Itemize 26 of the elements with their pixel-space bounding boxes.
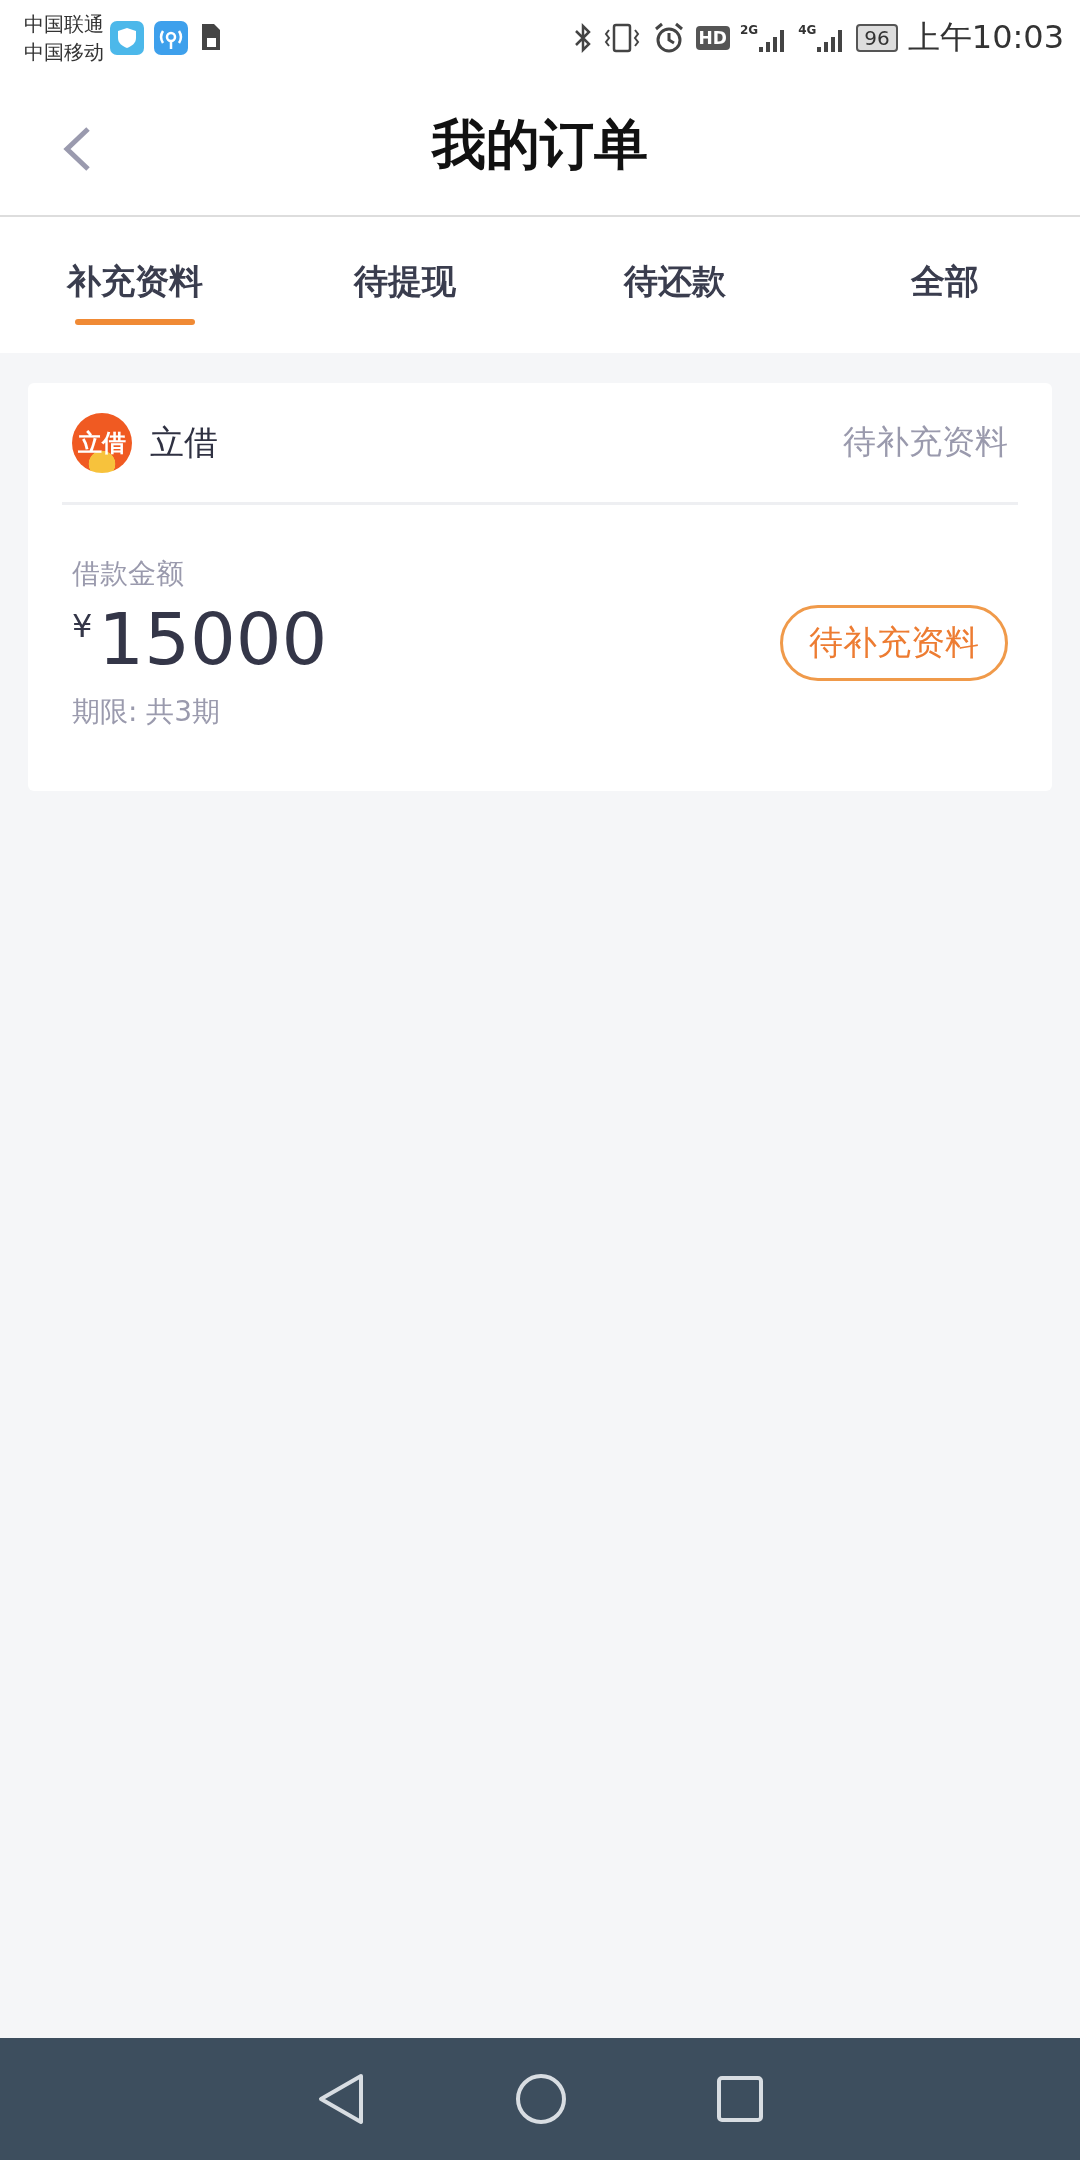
- carrier-name: 中国移动: [24, 39, 104, 66]
- shield-icon: [110, 21, 144, 55]
- back-icon[interactable]: [62, 126, 92, 172]
- order-status: 待补充资料: [843, 421, 1008, 463]
- lender-logo: 立借: [72, 412, 132, 473]
- tab[interactable]: 全部: [885, 217, 1005, 353]
- amount-label: 借款金额: [72, 556, 185, 592]
- tab[interactable]: 补充资料: [67, 217, 203, 353]
- lender-name: 立借: [150, 420, 219, 464]
- currency-symbol: ¥: [72, 607, 93, 645]
- wifi-key-icon: [154, 21, 188, 55]
- tab[interactable]: 待提现: [345, 217, 465, 353]
- page-title: 我的订单: [432, 112, 648, 178]
- network-label: 2G: [739, 23, 759, 37]
- network-label: 4G: [798, 23, 817, 37]
- carrier-name: 中国联通: [24, 11, 104, 38]
- clock-time: 上午10:03: [907, 17, 1064, 58]
- loan-amount: 15000: [98, 597, 328, 681]
- battery-indicator: 96: [856, 24, 898, 52]
- home-nav-icon[interactable]: [515, 2073, 567, 2125]
- hd-indicator: HD: [695, 26, 730, 50]
- bluetooth-icon: [573, 22, 592, 54]
- tab[interactable]: 待还款: [615, 217, 735, 353]
- back-nav-icon[interactable]: [317, 2073, 365, 2125]
- loan-term: 期限: 共3期: [72, 694, 222, 730]
- recents-nav-icon[interactable]: [717, 2076, 763, 2122]
